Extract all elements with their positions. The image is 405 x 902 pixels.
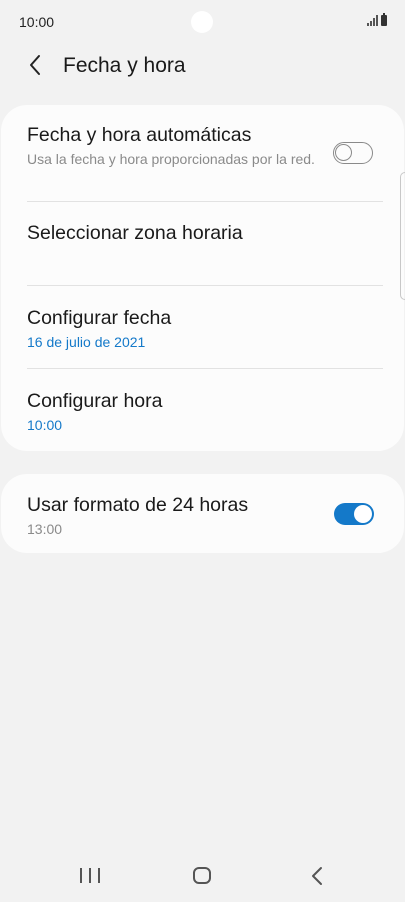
camera-cutout xyxy=(191,11,213,33)
status-time: 10:00 xyxy=(19,14,55,30)
auto-datetime-subtitle: Usa la fecha y hora proporcionadas por l… xyxy=(27,151,315,167)
back-button[interactable] xyxy=(20,50,50,80)
toggle-knob xyxy=(335,144,352,161)
format-24h-subtitle: 13:00 xyxy=(27,521,63,537)
battery-icon xyxy=(381,13,387,26)
auto-datetime-row[interactable]: Fecha y hora automáticas Usa la fecha y … xyxy=(1,105,404,202)
status-bar: 10:00 xyxy=(0,0,405,44)
set-time-value: 10:00 xyxy=(27,417,63,433)
scroll-handle[interactable] xyxy=(400,172,405,300)
recents-icon[interactable] xyxy=(80,868,100,886)
app-header: Fecha y hora xyxy=(0,44,405,90)
set-time-row[interactable]: Configurar hora 10:00 xyxy=(1,369,404,451)
format-24h-row[interactable]: Usar formato de 24 horas 13:00 xyxy=(1,474,404,553)
format-24h-title: Usar formato de 24 horas xyxy=(27,494,249,516)
page-title: Fecha y hora xyxy=(63,54,186,77)
format-24h-toggle[interactable] xyxy=(334,503,374,525)
format-settings-card: Usar formato de 24 horas 13:00 xyxy=(1,474,404,553)
chevron-left-icon xyxy=(30,55,40,75)
set-date-value: 16 de julio de 2021 xyxy=(27,334,146,350)
set-date-title: Configurar fecha xyxy=(27,307,172,329)
timezone-title: Seleccionar zona horaria xyxy=(27,222,243,244)
status-icons xyxy=(367,13,387,26)
toggle-knob xyxy=(354,505,372,523)
timezone-row[interactable]: Seleccionar zona horaria xyxy=(1,202,404,285)
auto-datetime-title: Fecha y hora automáticas xyxy=(27,124,252,146)
set-date-row[interactable]: Configurar fecha 16 de julio de 2021 xyxy=(1,286,404,368)
auto-datetime-toggle[interactable] xyxy=(333,142,373,164)
home-icon[interactable] xyxy=(193,867,211,884)
navigation-bar xyxy=(0,852,405,902)
datetime-settings-card: Fecha y hora automáticas Usa la fecha y … xyxy=(1,105,404,451)
signal-icon xyxy=(367,15,378,26)
set-time-title: Configurar hora xyxy=(27,390,163,412)
back-icon[interactable] xyxy=(307,865,327,887)
